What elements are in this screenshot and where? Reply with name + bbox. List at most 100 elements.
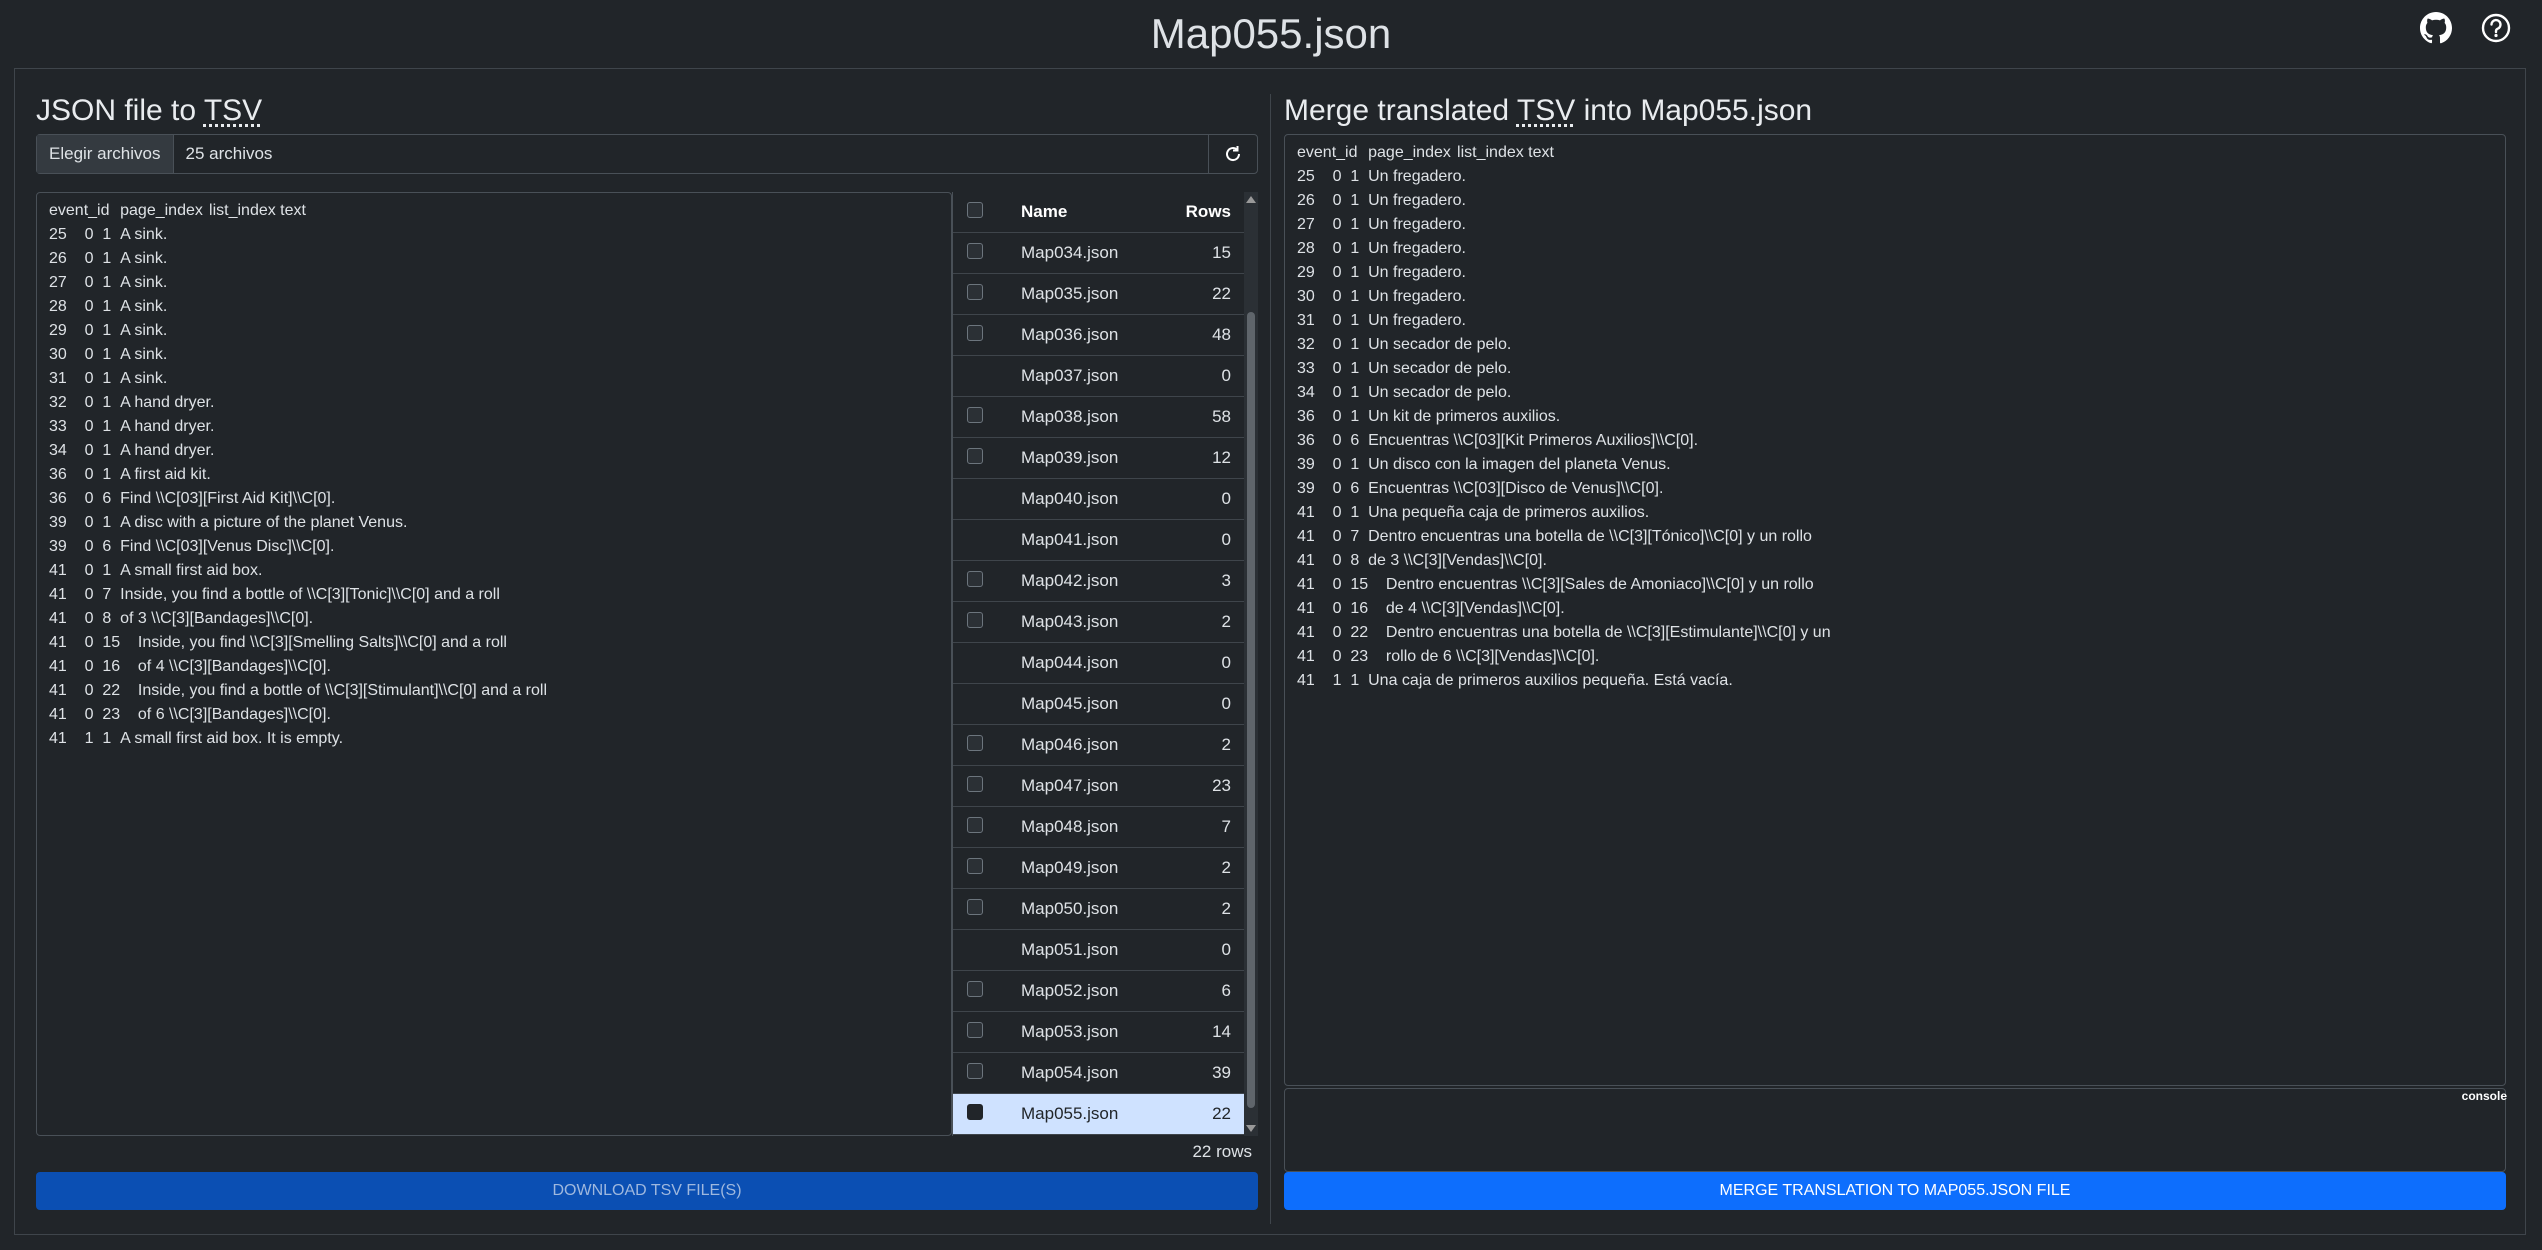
name-column-header[interactable]: Name	[1021, 192, 1161, 233]
table-scrollbar[interactable]	[1244, 192, 1258, 1136]
file-row[interactable]: Map041.json 0	[953, 519, 1245, 561]
file-row[interactable]: Map036.json 48	[953, 314, 1245, 356]
file-row[interactable]: Map047.json 23	[953, 765, 1245, 807]
file-row[interactable]: Map035.json 22	[953, 273, 1245, 315]
file-checkbox[interactable]	[967, 898, 983, 915]
file-row-count: 48	[1161, 314, 1245, 356]
file-select-cell	[953, 396, 1021, 438]
file-checkbox[interactable]	[967, 1103, 983, 1120]
file-row-count: 7	[1161, 806, 1245, 848]
file-checkbox[interactable]	[967, 1021, 983, 1038]
file-row[interactable]: Map052.json 6	[953, 970, 1245, 1012]
translated-tsv-textarea[interactable]: event_id page_index list_index text 25 0…	[1284, 134, 2506, 1086]
file-select-cell	[953, 478, 1021, 520]
right-title-abbr: TSV	[1516, 94, 1576, 127]
file-select-cell	[953, 888, 1021, 930]
console-label: console	[2461, 1089, 2507, 1103]
file-name: Map045.json	[1021, 683, 1161, 725]
file-row[interactable]: Map042.json 3	[953, 560, 1245, 602]
file-row[interactable]: Map043.json 2	[953, 601, 1245, 643]
files-table-header: Name Rows	[953, 192, 1245, 233]
github-icon[interactable]	[2420, 12, 2453, 44]
select-all-checkbox[interactable]	[967, 201, 983, 218]
file-input-status: 25 archivos	[185, 144, 273, 163]
file-name: Map041.json	[1021, 519, 1161, 561]
file-row-count: 0	[1161, 683, 1245, 725]
file-select-cell	[953, 847, 1021, 889]
file-name: Map042.json	[1021, 560, 1161, 602]
file-row[interactable]: Map049.json 2	[953, 847, 1245, 889]
file-checkbox[interactable]	[967, 1062, 983, 1079]
file-select-cell	[953, 970, 1021, 1012]
column-divider	[1270, 94, 1271, 1224]
file-select-cell	[953, 929, 1021, 971]
file-row[interactable]: Map038.json 58	[953, 396, 1245, 438]
file-checkbox[interactable]	[967, 611, 983, 628]
file-row[interactable]: Map048.json 7	[953, 806, 1245, 848]
file-checkbox[interactable]	[967, 283, 983, 300]
file-name: Map035.json	[1021, 273, 1161, 315]
file-checkbox[interactable]	[967, 734, 983, 751]
file-row[interactable]: Map055.json 22	[953, 1093, 1245, 1135]
help-icon[interactable]	[2480, 12, 2512, 44]
file-name: Map043.json	[1021, 601, 1161, 643]
file-row-count: 2	[1161, 724, 1245, 766]
file-row[interactable]: Map053.json 14	[953, 1011, 1245, 1053]
file-row[interactable]: Map050.json 2	[953, 888, 1245, 930]
refresh-icon	[1226, 146, 1241, 162]
file-row[interactable]: Map037.json 0	[953, 355, 1245, 397]
file-name: Map047.json	[1021, 765, 1161, 807]
file-name: Map044.json	[1021, 642, 1161, 684]
file-row-count: 22	[1161, 1093, 1245, 1135]
top-icons	[2420, 12, 2512, 44]
file-select-cell	[953, 683, 1021, 725]
file-name: Map048.json	[1021, 806, 1161, 848]
file-checkbox[interactable]	[967, 816, 983, 833]
file-name: Map051.json	[1021, 929, 1161, 971]
file-checkbox[interactable]	[967, 570, 983, 587]
rows-column-header[interactable]: Rows	[1161, 192, 1245, 233]
left-title-prefix: JSON file to	[36, 94, 204, 127]
file-row-count: 2	[1161, 601, 1245, 643]
merge-translation-button[interactable]: MERGE TRANSLATION TO Map055.json FILE	[1284, 1172, 2506, 1210]
file-name: Map055.json	[1021, 1093, 1161, 1135]
file-row[interactable]: Map054.json 39	[953, 1052, 1245, 1094]
file-input[interactable]: Elegir archivos 25 archivos	[36, 134, 1258, 174]
row-count-label: 22 rows	[1192, 1142, 1252, 1161]
file-checkbox[interactable]	[967, 775, 983, 792]
scroll-down-arrow[interactable]	[1246, 1125, 1256, 1132]
file-row[interactable]: Map040.json 0	[953, 478, 1245, 520]
file-checkbox[interactable]	[967, 447, 983, 464]
file-select-cell	[953, 806, 1021, 848]
file-select-cell	[953, 437, 1021, 479]
scroll-up-arrow[interactable]	[1246, 196, 1256, 203]
right-title-prefix: Merge translated	[1284, 94, 1517, 127]
file-row[interactable]: Map044.json 0	[953, 642, 1245, 684]
file-select-cell	[953, 273, 1021, 315]
file-name: Map050.json	[1021, 888, 1161, 930]
file-checkbox[interactable]	[967, 857, 983, 874]
download-tsv-button[interactable]: DOWNLOAD TSV FILE(s)	[36, 1172, 1258, 1210]
right-title-suffix: into Map055.json	[1575, 94, 1813, 127]
file-row-count: 0	[1161, 355, 1245, 397]
file-row[interactable]: Map045.json 0	[953, 683, 1245, 725]
file-checkbox[interactable]	[967, 406, 983, 423]
file-select-cell	[953, 765, 1021, 807]
file-name: Map038.json	[1021, 396, 1161, 438]
file-row-count: 12	[1161, 437, 1245, 479]
file-name: Map040.json	[1021, 478, 1161, 520]
files-table: Name Rows Map034.json 15 Map035.json 22 Map0…	[953, 192, 1245, 1135]
file-checkbox[interactable]	[967, 324, 983, 341]
file-row[interactable]: Map039.json 12	[953, 437, 1245, 479]
page-title: Map055.json	[1150, 10, 1392, 57]
file-row[interactable]: Map051.json 0	[953, 929, 1245, 971]
tsv-output-textarea[interactable]: event_id page_index list_index text 25 0…	[36, 192, 952, 1136]
file-checkbox[interactable]	[967, 980, 983, 997]
scroll-thumb[interactable]	[1247, 312, 1255, 1108]
file-checkbox[interactable]	[967, 242, 983, 259]
choose-files-button[interactable]: Elegir archivos	[37, 135, 174, 173]
file-row[interactable]: Map046.json 2	[953, 724, 1245, 766]
console-textarea[interactable]	[1284, 1088, 2506, 1172]
refresh-button[interactable]	[1208, 135, 1257, 173]
file-row[interactable]: Map034.json 15	[953, 232, 1245, 274]
